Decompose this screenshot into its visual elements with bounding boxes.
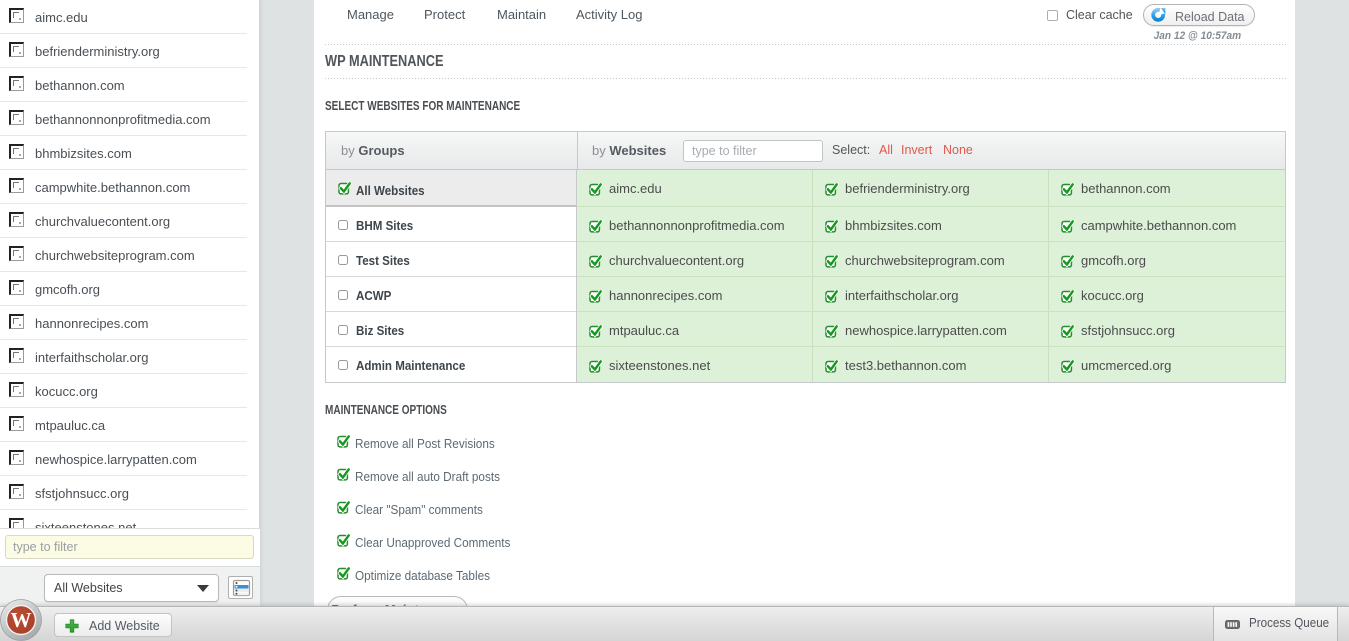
svg-text:W: W <box>11 608 32 632</box>
